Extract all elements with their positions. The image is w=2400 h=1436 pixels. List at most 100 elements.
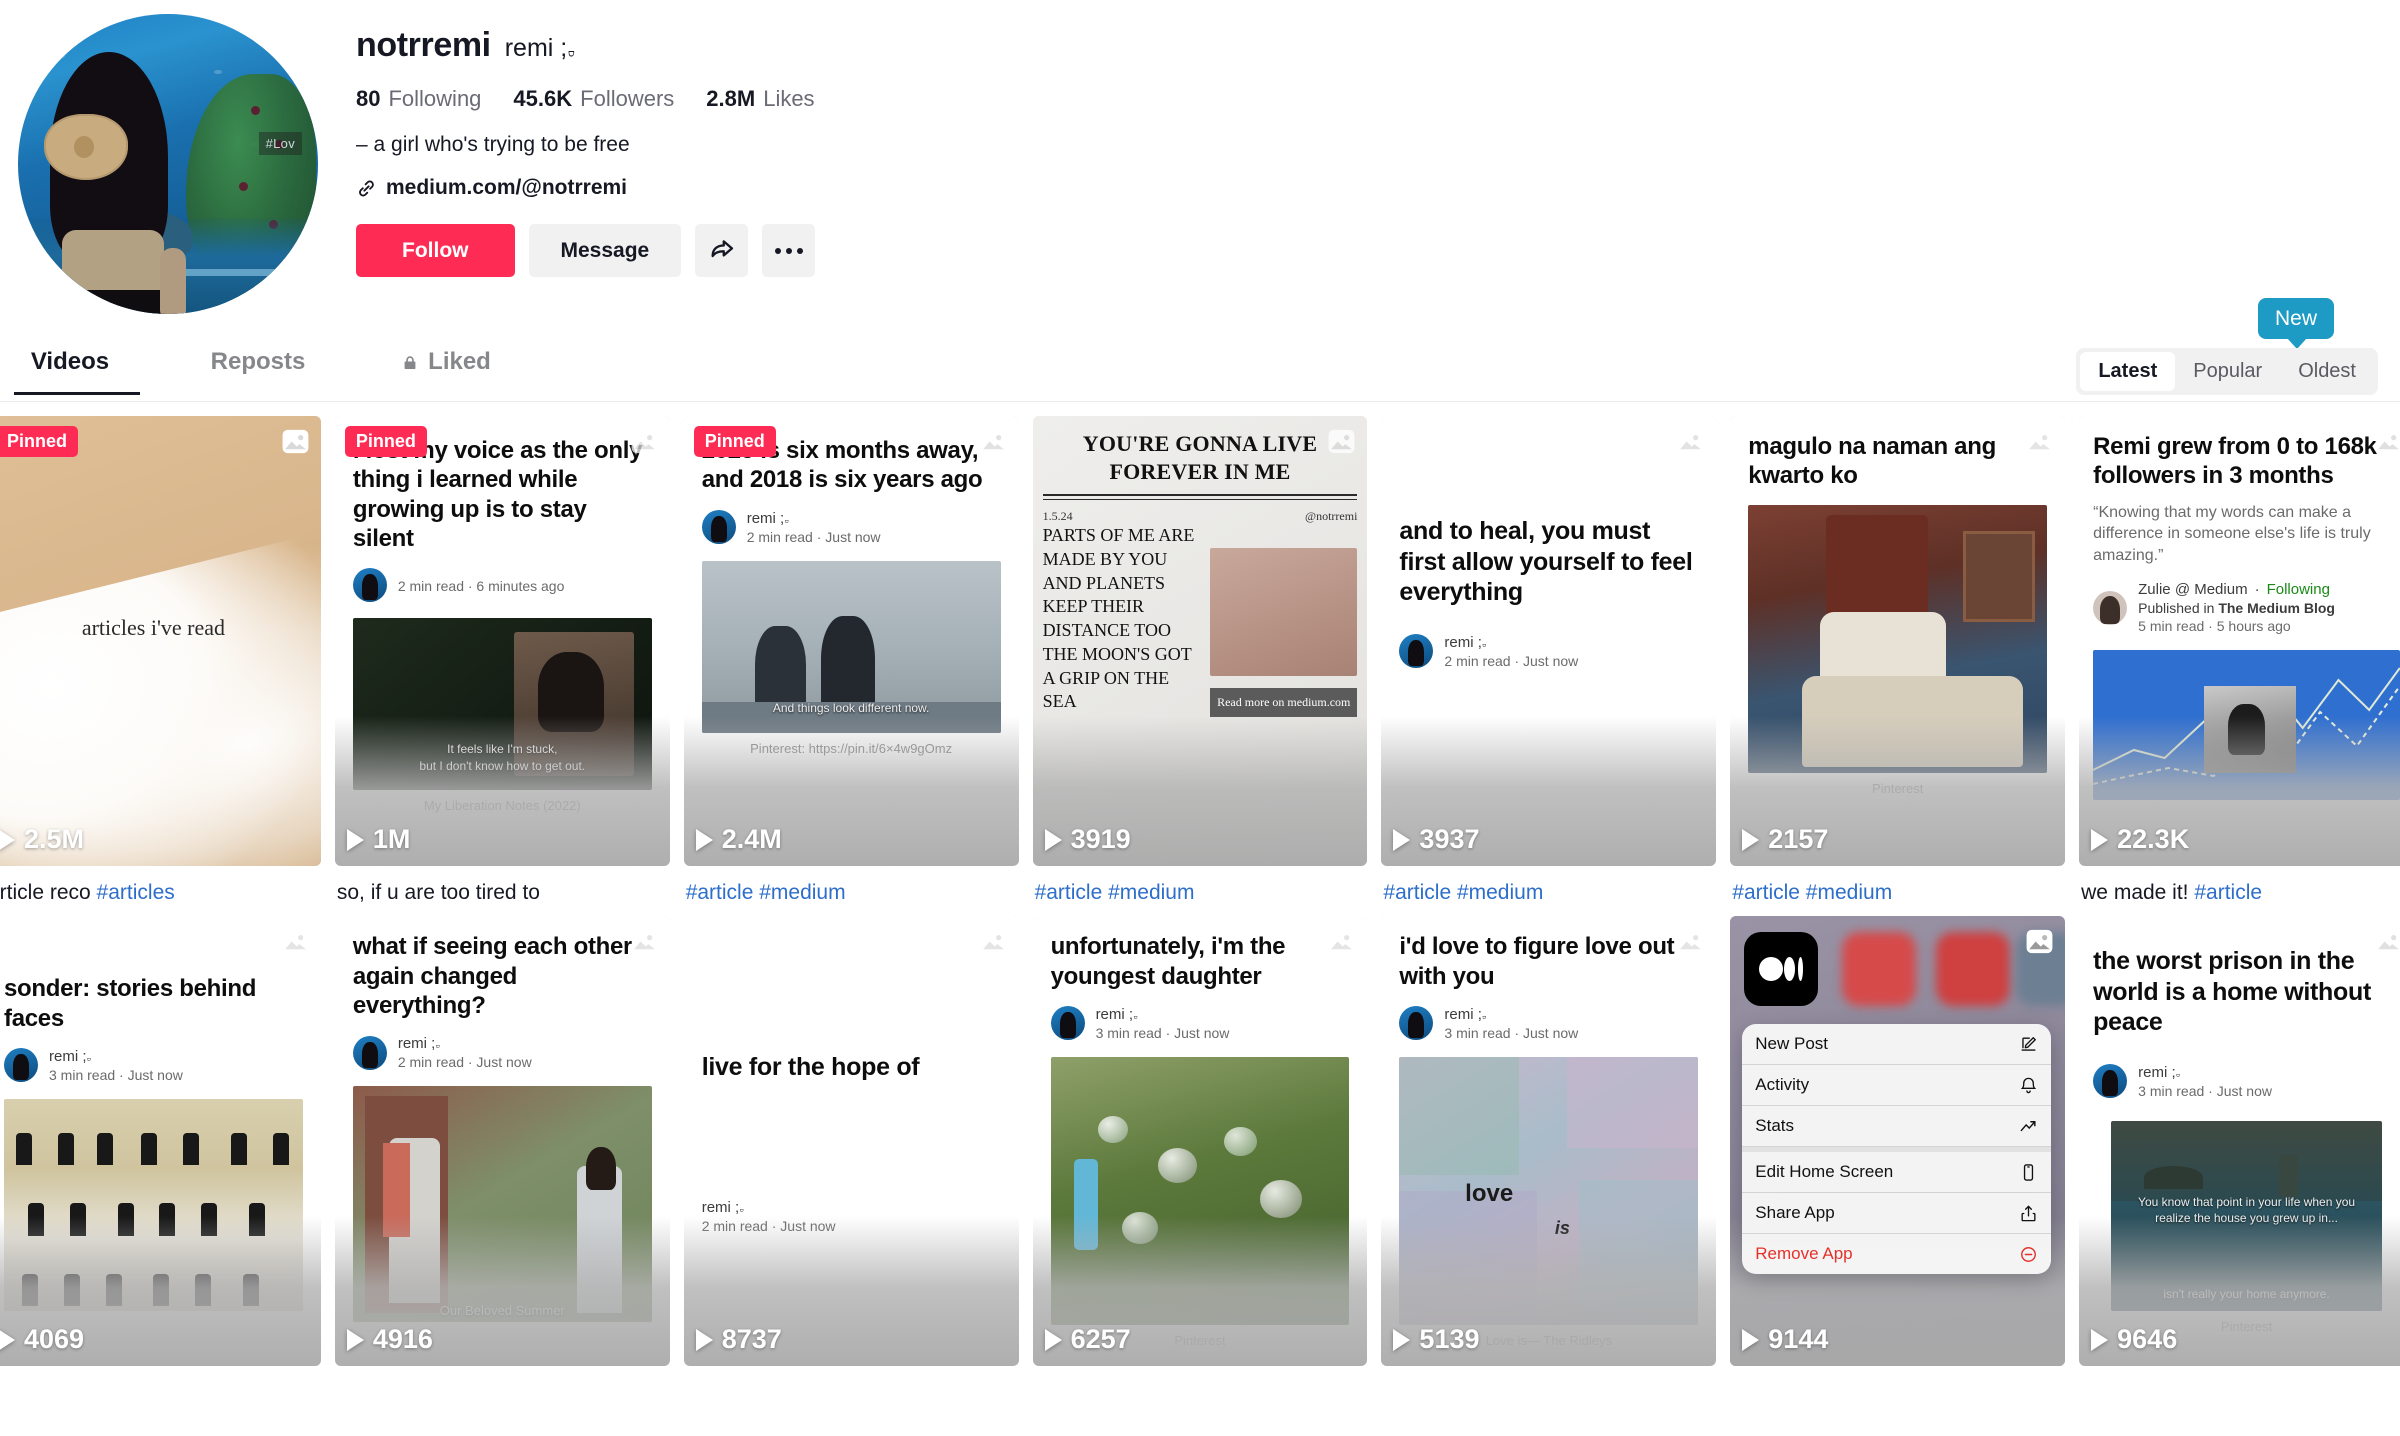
share-button[interactable] (695, 224, 749, 277)
video-cell[interactable]: live for the hope of remi ;⁠𝅒 2 min read… (683, 916, 1019, 1367)
tab-videos[interactable]: Videos (0, 347, 188, 395)
video-thumbnail[interactable]: 2025 is six months away, and 2018 is six… (683, 416, 1019, 866)
article-author-row: remi ;⁠𝅒 3 min read · Just now (4, 1048, 303, 1083)
video-thumbnail[interactable]: i'd love to figure love out with you rem… (1381, 916, 1717, 1367)
play-icon (346, 828, 364, 851)
minus-circle-icon (2019, 1245, 2038, 1264)
play-icon (1742, 828, 1760, 851)
profile-bio: – a girl who's trying to be free (356, 133, 630, 156)
menu-item-stats[interactable]: Stats (1742, 1106, 2052, 1148)
video-cell[interactable]: sonder: stories behind faces remi ;⁠𝅒 3 … (0, 916, 321, 1367)
profile-link[interactable]: medium.com/@notrremi (356, 176, 815, 200)
follow-button[interactable]: Follow (356, 224, 515, 277)
article-quote: “Knowing that my words can make a differ… (2093, 503, 2371, 564)
video-cell[interactable]: unfortunately, i'm the youngest daughter… (1032, 916, 1368, 1367)
menu-item-activity[interactable]: Activity (1742, 1065, 2052, 1107)
lock-icon (401, 352, 418, 371)
play-icon (1044, 828, 1062, 851)
tabs-bar: Videos Reposts Liked New Latest Popular … (0, 298, 2400, 402)
play-icon (2091, 1328, 2109, 1351)
view-count: 5139 (1393, 1324, 1480, 1355)
message-button[interactable]: Message (528, 224, 682, 277)
nickname: remi ;⁠𝅒 (504, 34, 576, 62)
compose-icon (2019, 1035, 2038, 1054)
author-name: remi ;⁠𝅒 (397, 1035, 441, 1053)
video-cell[interactable]: YOU'RE GONNA LIVE FOREVER IN ME 1.5.24 @… (1032, 416, 1368, 906)
video-cell[interactable]: and to heal, you must first allow yourse… (1381, 416, 1717, 906)
sort-control: Latest Popular Oldest (2076, 348, 2378, 395)
video-thumbnail[interactable]: YOU'RE GONNA LIVE FOREVER IN ME 1.5.24 @… (1032, 416, 1368, 866)
menu-item-new-post[interactable]: New Post (1742, 1024, 2052, 1066)
video-cell[interactable]: articles i've read Pinned 2.5M article r… (0, 416, 321, 906)
menu-item-share-app[interactable]: Share App (1742, 1193, 2052, 1235)
article-author-row: remi ;⁠𝅒 2 min read · Just now (352, 1035, 652, 1070)
video-thumbnail[interactable]: sonder: stories behind faces remi ;⁠𝅒 3 … (0, 916, 321, 1367)
video-thumbnail[interactable]: the worst prison in the world is a home … (2079, 916, 2400, 1367)
tab-liked[interactable]: Liked (376, 348, 564, 394)
video-thumbnail[interactable]: articles i've read Pinned 2.5M (0, 416, 321, 866)
view-count: 6257 (1044, 1324, 1131, 1355)
share-up-icon (2019, 1204, 2038, 1223)
video-thumbnail[interactable]: live for the hope of remi ;⁠𝅒 2 min read… (683, 916, 1019, 1367)
menu-item-label: Stats (1755, 1116, 1795, 1136)
more-dots-icon (774, 247, 803, 254)
more-button[interactable] (762, 224, 816, 277)
caption-tags[interactable]: #article #medium (1732, 881, 1892, 904)
video-thumbnail[interactable]: and to heal, you must first allow yourse… (1381, 416, 1717, 866)
video-thumbnail[interactable]: unfortunately, i'm the youngest daughter… (1032, 916, 1368, 1367)
article-image: You know that point in your life when yo… (2111, 1120, 2382, 1311)
video-cell[interactable]: New Post Activity Stats Edit Home Screen… (1730, 916, 2066, 1367)
sort-popular[interactable]: Popular (2175, 352, 2280, 391)
article-title: the worst prison in the world is a home … (2093, 947, 2371, 1037)
share-arrow-icon (708, 235, 736, 266)
article-image (4, 1098, 303, 1311)
video-thumbnail[interactable]: Remi grew from 0 to 168k followers in 3 … (2079, 416, 2400, 866)
video-cell[interactable]: 2025 is six months away, and 2018 is six… (683, 416, 1019, 906)
video-cell[interactable]: i'd love to figure love out with you rem… (1381, 916, 1717, 1367)
view-count: 8737 (695, 1324, 782, 1355)
stat-followers[interactable]: 45.6K Followers (513, 86, 674, 112)
caption-tags[interactable]: #article #medium (686, 881, 846, 904)
read-more-banner[interactable]: Read more on medium.com (1210, 688, 1358, 717)
article-image: And things look different now. (701, 560, 1001, 733)
newspaper-headline: YOU'RE GONNA LIVE FOREVER IN ME (1082, 431, 1318, 484)
image-subtitle: And things look different now. (772, 701, 930, 716)
view-count: 3937 (1393, 824, 1480, 855)
stat-following[interactable]: 80 Following (356, 86, 481, 112)
caption-tags[interactable]: #article #medium (1035, 881, 1195, 904)
view-count-value: 2157 (1768, 824, 1829, 854)
video-cell[interactable]: what if seeing each other again changed … (334, 916, 670, 1367)
newspaper-handle: @notrremi (1305, 509, 1358, 523)
video-cell[interactable]: the worst prison in the world is a home … (2079, 916, 2400, 1367)
medium-app-icon[interactable] (1744, 932, 1819, 1007)
video-cell[interactable]: Remi grew from 0 to 168k followers in 3 … (2079, 416, 2400, 906)
sort-oldest[interactable]: Oldest (2280, 352, 2374, 391)
video-thumbnail[interactable]: what if seeing each other again changed … (334, 916, 670, 1367)
sort-latest[interactable]: Latest (2080, 352, 2176, 391)
video-thumbnail[interactable]: i lost my voice as the only thing i lear… (334, 416, 670, 866)
tab-reposts[interactable]: Reposts (188, 348, 376, 394)
newspaper-meta: 1.5.24 @notrremi (1043, 509, 1358, 524)
article-author-row: remi ;⁠𝅒 3 min read · Just now (1399, 1006, 1698, 1041)
profile-info: notrremi remi ;⁠𝅒 80 Following 45.6K Fol… (356, 14, 816, 314)
article-author-row: remi ;⁠𝅒 2 min read · Just now (1399, 634, 1698, 669)
video-thumbnail[interactable]: magulo na naman ang kwarto ko Pinterest … (1730, 416, 2066, 866)
phone-icon (2019, 1163, 2038, 1182)
caption-tags[interactable]: #articles (97, 881, 175, 904)
menu-item-edit-home-screen[interactable]: Edit Home Screen (1742, 1147, 2052, 1194)
video-cell[interactable]: magulo na naman ang kwarto ko Pinterest … (1730, 416, 2066, 906)
tabs: Videos Reposts Liked (0, 347, 564, 395)
avatar[interactable]: #Lov (18, 14, 318, 314)
menu-item-remove-app[interactable]: Remove App (1742, 1234, 2051, 1274)
article-author-row: 2 min read · 6 minutes ago (352, 568, 652, 603)
video-cell[interactable]: i lost my voice as the only thing i lear… (334, 416, 670, 906)
profile-header: #Lov notrremi remi ;⁠𝅒 80 Following 45.6… (0, 0, 2400, 314)
caption-tags[interactable]: #article #medium (1383, 881, 1543, 904)
video-thumbnail[interactable]: New Post Activity Stats Edit Home Screen… (1730, 916, 2066, 1367)
caption-tags[interactable]: #article (2194, 881, 2262, 904)
view-count-value: 1M (372, 824, 411, 854)
pinned-badge: Pinned (693, 426, 776, 457)
article-meta: 2 min read · 6 minutes ago (397, 578, 565, 595)
article-meta: 5 min read · 5 hours ago (2138, 618, 2291, 635)
tab-videos-label: Videos (30, 347, 110, 375)
